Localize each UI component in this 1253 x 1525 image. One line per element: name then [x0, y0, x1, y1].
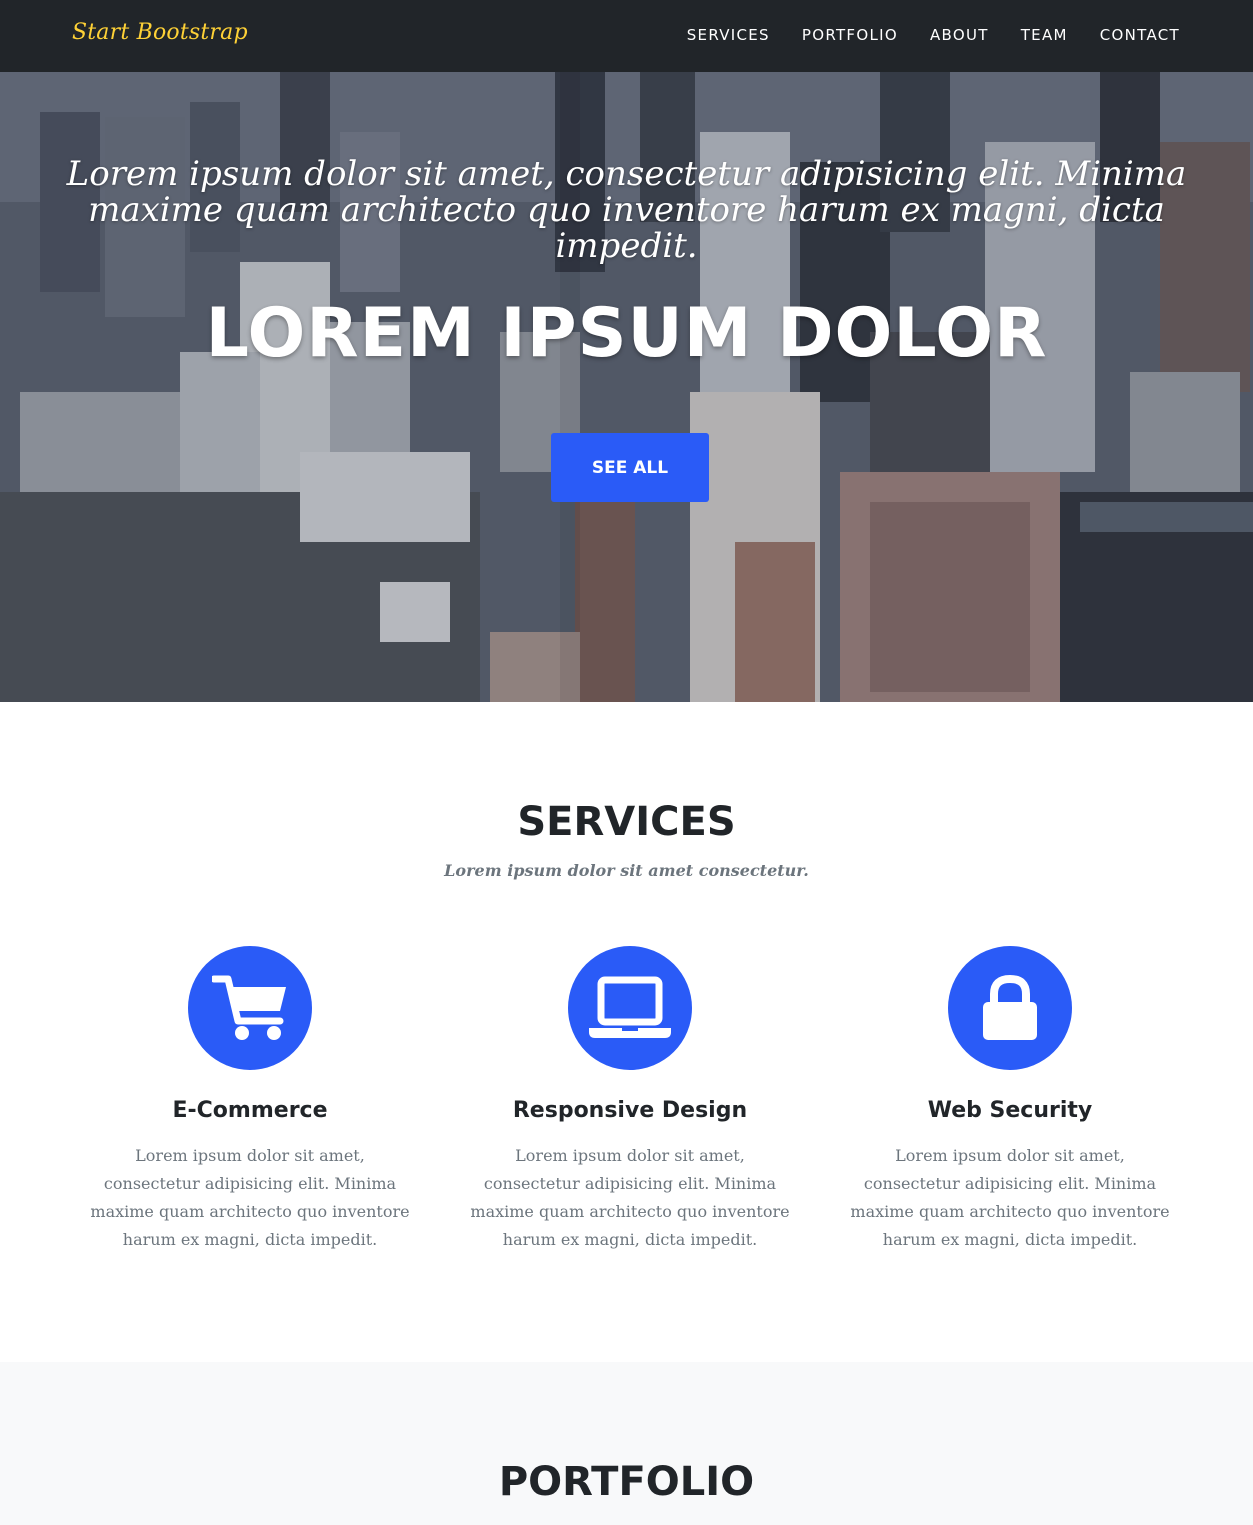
- service-description: Lorem ipsum dolor sit amet, consectetur …: [470, 1146, 790, 1249]
- hero-section: Lorem ipsum dolor sit amet, consectetur …: [0, 72, 1253, 702]
- nav-menu: SERVICES PORTFOLIO ABOUT TEAM CONTACT: [687, 26, 1180, 44]
- nav-link-team[interactable]: TEAM: [1021, 26, 1068, 44]
- brand-logo[interactable]: Start Bootstrap: [72, 20, 248, 45]
- laptop-icon: [589, 976, 671, 1038]
- nav-link-portfolio[interactable]: PORTFOLIO: [802, 26, 898, 44]
- hero-subheading: Lorem ipsum dolor sit amet, consectetur …: [66, 154, 1187, 266]
- service-description: Lorem ipsum dolor sit amet, consectetur …: [850, 1146, 1170, 1249]
- service-title: Responsive Design: [512, 1098, 748, 1123]
- services-title: SERVICES: [517, 799, 736, 845]
- service-card-responsive-design: Responsive Design Lorem ipsum dolor sit …: [450, 946, 810, 1254]
- portfolio-section: PORTFOLIO: [0, 1362, 1253, 1525]
- service-card-ecommerce: E-Commerce Lorem ipsum dolor sit amet, c…: [70, 946, 430, 1254]
- nav-link-about[interactable]: ABOUT: [930, 26, 989, 44]
- service-card-web-security: Web Security Lorem ipsum dolor sit amet,…: [830, 946, 1190, 1254]
- service-title: Web Security: [927, 1098, 1093, 1123]
- see-all-button[interactable]: SEE ALL: [551, 433, 709, 502]
- services-subtitle: Lorem ipsum dolor sit amet consectetur.: [444, 861, 809, 880]
- service-icon-circle: [568, 946, 692, 1070]
- service-icon-circle: [188, 946, 312, 1070]
- service-title: E-Commerce: [172, 1098, 328, 1123]
- lock-icon: [983, 974, 1037, 1040]
- service-icon-circle: [948, 946, 1072, 1070]
- top-navbar: Start Bootstrap SERVICES PORTFOLIO ABOUT…: [0, 0, 1253, 72]
- shopping-cart-icon: [212, 975, 286, 1040]
- nav-link-services[interactable]: SERVICES: [687, 26, 770, 44]
- portfolio-title: PORTFOLIO: [498, 1459, 755, 1505]
- hero-heading: LOREM IPSUM DOLOR: [205, 294, 1048, 373]
- service-description: Lorem ipsum dolor sit amet, consectetur …: [90, 1146, 410, 1249]
- nav-link-contact[interactable]: CONTACT: [1100, 26, 1180, 44]
